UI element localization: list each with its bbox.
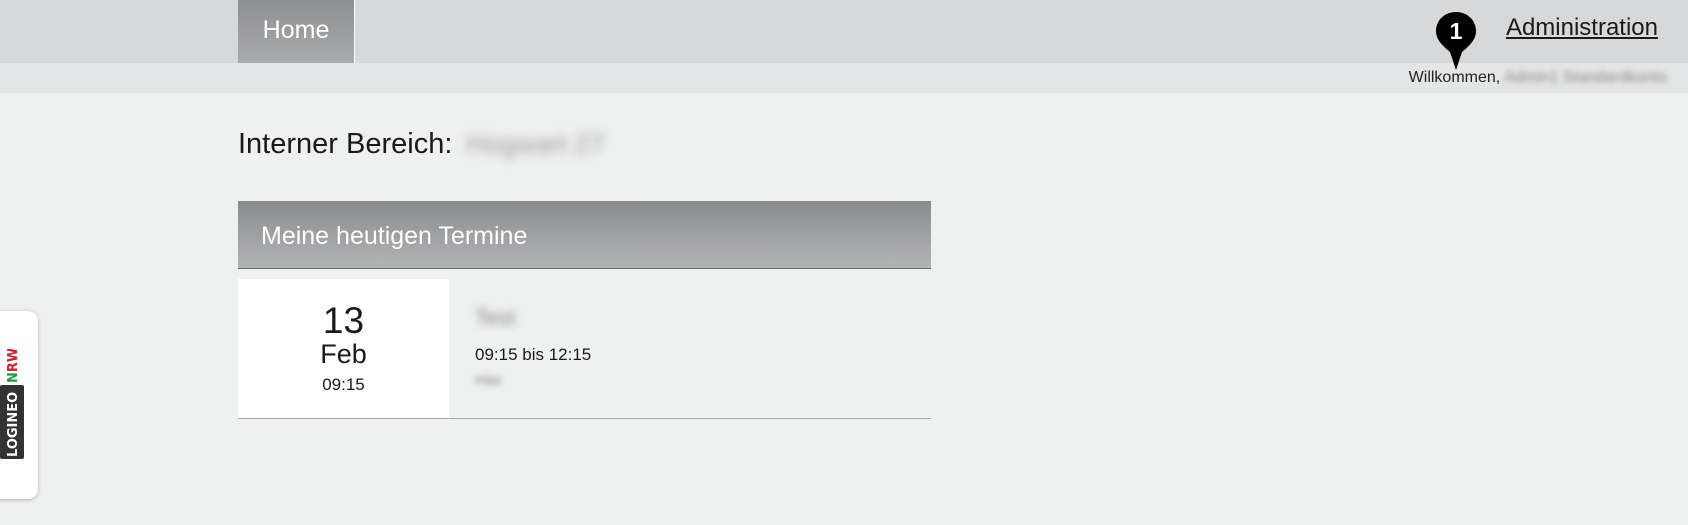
appointment-day: 13 — [322, 300, 365, 341]
appointment-time-range: 09:15 bis 12:15 — [475, 345, 592, 364]
appointment-month: Feb — [320, 339, 367, 369]
logo-text-nrw: NRW — [6, 349, 21, 383]
page-title-value: Hogwart 27 — [466, 129, 605, 159]
appointment-location: Hier — [475, 372, 503, 389]
page-title-label: Interner Bereich: — [238, 128, 453, 160]
appointment-time: 09:15 — [322, 375, 365, 394]
step-marker-pin: 1 — [1435, 12, 1477, 70]
page-title: Interner Bereich: Hogwart 27 — [238, 128, 604, 161]
welcome-label: Willkommen, — [1408, 69, 1501, 86]
nav-home-tab[interactable]: Home — [238, 0, 355, 63]
administration-link[interactable]: Administration — [1506, 14, 1658, 42]
appointments-panel: Meine heutigen Termine 13 Feb 09:15 Test… — [238, 201, 931, 419]
welcome-message: Willkommen, Admin1 Standardkonto — [1409, 69, 1667, 87]
appointment-date-box: 13 Feb 09:15 — [238, 279, 449, 418]
appointments-panel-header: Meine heutigen Termine — [238, 201, 931, 269]
logo-text-logineo: LOGINEO — [6, 392, 21, 457]
appointment-item[interactable]: 13 Feb 09:15 Test 09:15 bis 12:15 Hier — [238, 279, 931, 419]
step-marker-number: 1 — [1449, 18, 1463, 44]
logineo-side-tab[interactable]: LOGINEO NRW — [0, 311, 38, 499]
logineo-nrw-logo: LOGINEO NRW — [0, 349, 24, 459]
user-name: Admin1 Standardkonto — [1504, 69, 1667, 86]
appointment-title[interactable]: Test — [475, 305, 515, 331]
